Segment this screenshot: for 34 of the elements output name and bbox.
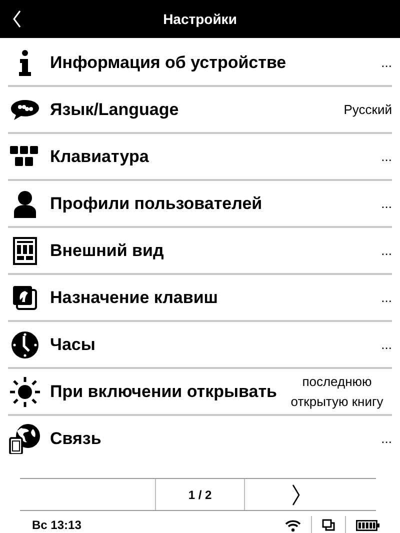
sun-icon: [10, 376, 40, 406]
setting-label[interactable]: Назначение клавиш: [50, 288, 218, 308]
setting-value: ...: [381, 242, 392, 260]
setting-value: ...: [381, 194, 392, 212]
speech-bubble-icon: [10, 98, 40, 120]
setting-value: ...: [381, 430, 392, 448]
globe-device-icon: [9, 424, 41, 454]
page-layout-icon: [13, 236, 37, 264]
key-card-icon: [13, 286, 37, 310]
setting-value: ...: [381, 288, 392, 306]
setting-label[interactable]: Часы: [50, 334, 96, 354]
person-icon: [13, 190, 37, 218]
setting-label[interactable]: Язык/Language: [50, 100, 179, 120]
battery-icon: [356, 520, 380, 530]
clock-icon: [11, 330, 39, 358]
setting-value: ...: [381, 54, 392, 72]
next-page-button[interactable]: [290, 482, 300, 506]
setting-label[interactable]: При включении открывать: [50, 382, 277, 402]
wifi-icon[interactable]: [285, 518, 301, 532]
setting-label[interactable]: Профили пользователей: [50, 194, 262, 214]
setting-value: ...: [381, 148, 392, 166]
window-title: Настройки: [163, 11, 237, 27]
setting-label[interactable]: Информация об устройстве: [50, 52, 286, 72]
info-icon: [18, 50, 32, 76]
setting-label[interactable]: Связь: [50, 428, 102, 448]
setting-label[interactable]: Внешний вид: [50, 240, 164, 260]
keyboard-keys-icon: [10, 146, 40, 168]
setting-value: последнюю открытую книгу: [290, 372, 384, 411]
setting-label[interactable]: Клавиатура: [50, 146, 149, 166]
setting-value: ...: [381, 336, 392, 354]
setting-value: Русский: [344, 100, 392, 119]
clock-time: Вс 13:13: [32, 518, 82, 532]
windows-icon[interactable]: [322, 519, 335, 531]
page-indicator: 1 / 2: [188, 488, 212, 502]
